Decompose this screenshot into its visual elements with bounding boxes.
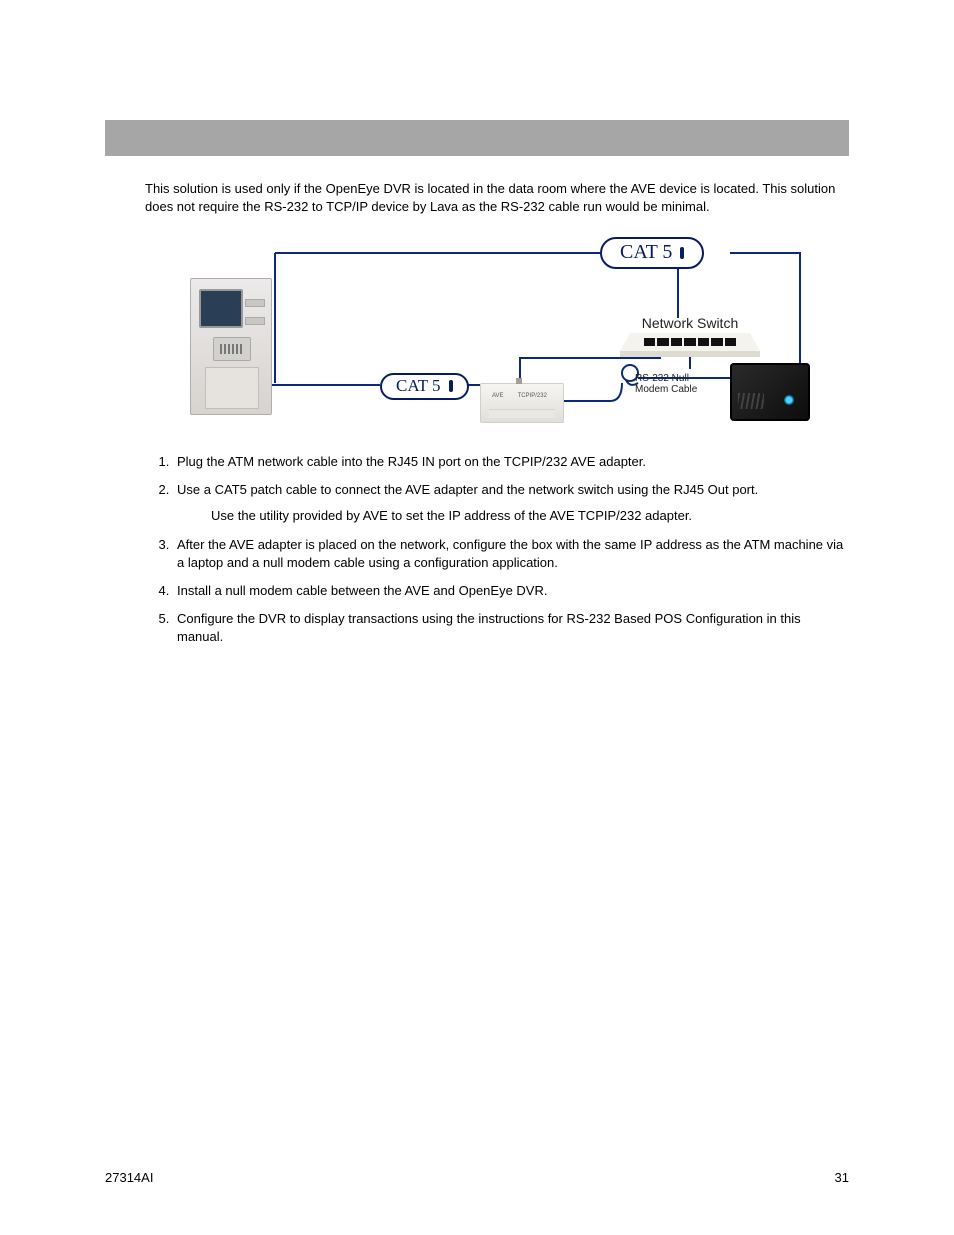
intro-paragraph: This solution is used only if the OpenEy… xyxy=(145,180,849,215)
step-2-subtext: Use the utility provided by AVE to set t… xyxy=(211,507,849,525)
step-3: After the AVE adapter is placed on the n… xyxy=(173,536,849,572)
footer-doc-id: 27314AI xyxy=(105,1170,153,1185)
network-diagram: CAT 5 CAT 5 AVETCPIP/232 Network Switch … xyxy=(190,233,810,433)
rj45-tip-icon xyxy=(680,247,684,259)
step-5: Configure the DVR to display transaction… xyxy=(173,610,849,646)
step-2-text: Use a CAT5 patch cable to connect the AV… xyxy=(177,482,758,497)
step-4: Install a null modem cable between the A… xyxy=(173,582,849,600)
step-2: Use a CAT5 patch cable to connect the AV… xyxy=(173,481,849,525)
footer-page-number: 31 xyxy=(835,1170,849,1185)
openeye-dvr-icon xyxy=(730,363,810,421)
rs232-cable-label: RS-232 Null Modem Cable xyxy=(635,373,697,395)
network-switch-icon: Network Switch xyxy=(620,315,760,351)
network-switch-label: Network Switch xyxy=(620,315,760,331)
section-header-bar xyxy=(105,120,849,156)
cat5-top-label: CAT 5 xyxy=(600,237,704,269)
cat5-left-text: CAT 5 xyxy=(396,376,441,396)
rj45-tip-icon xyxy=(449,380,453,392)
step-1: Plug the ATM network cable into the RJ45… xyxy=(173,453,849,471)
instruction-list: Plug the ATM network cable into the RJ45… xyxy=(145,453,849,647)
cat5-left-label: CAT 5 xyxy=(380,373,469,400)
cat5-top-text: CAT 5 xyxy=(620,241,672,264)
atm-machine-icon xyxy=(190,278,272,415)
ave-adapter-icon xyxy=(480,383,564,423)
